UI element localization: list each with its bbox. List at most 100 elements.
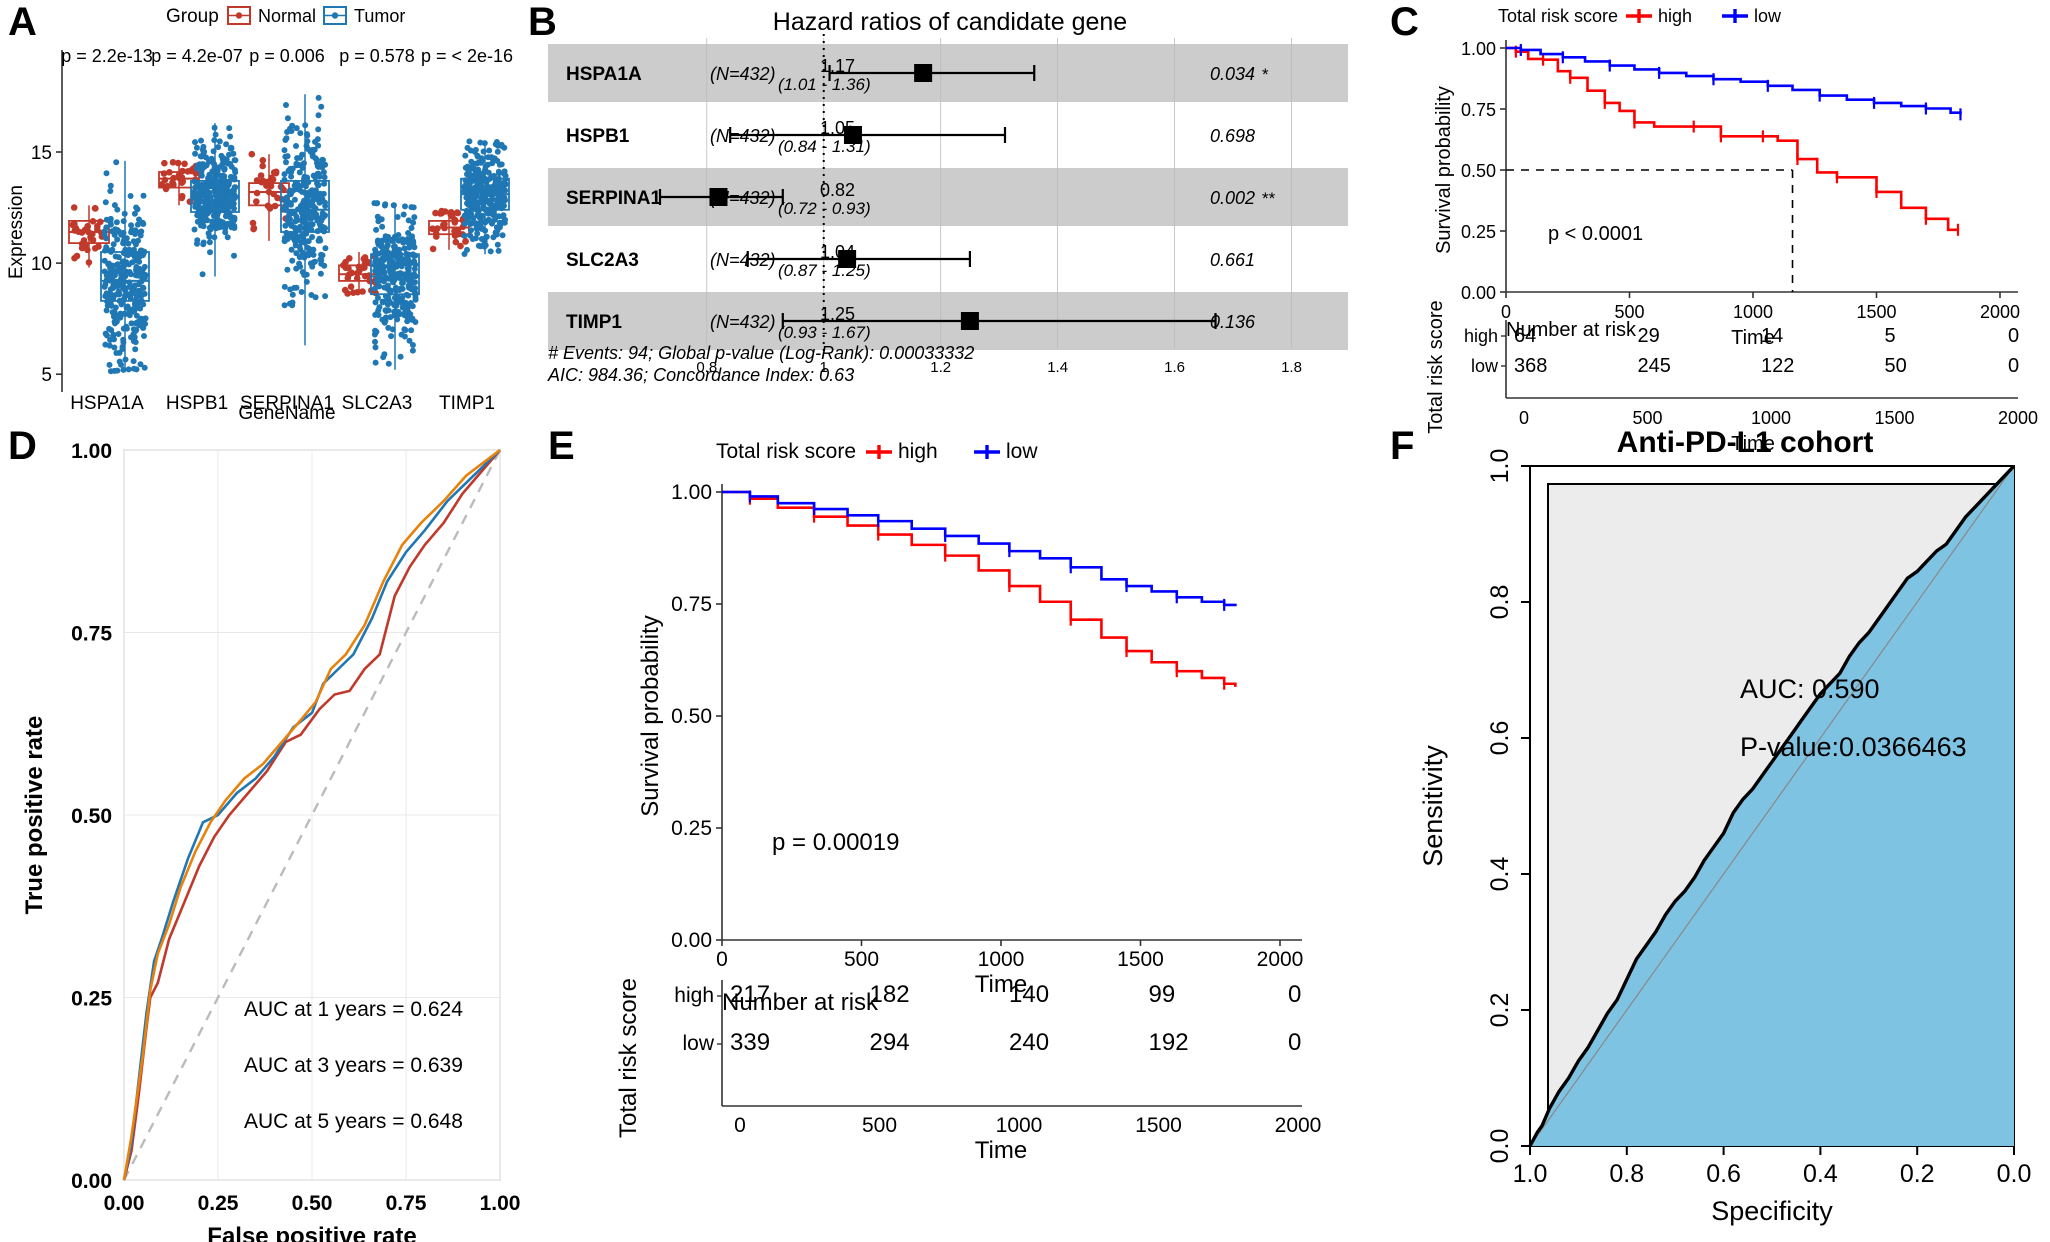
- data-point: [228, 144, 235, 151]
- forest-axis-tick: 1.6: [1164, 359, 1185, 376]
- data-point: [495, 168, 502, 175]
- data-point: [250, 225, 257, 233]
- data-point: [231, 252, 237, 259]
- data-point: [283, 135, 290, 142]
- risk-cell: 140: [1009, 981, 1049, 1008]
- data-point: [438, 207, 446, 215]
- x-tick: 1.00: [480, 1192, 521, 1215]
- data-point: [281, 283, 288, 290]
- x-tick: 0.00: [104, 1192, 145, 1215]
- data-point: [310, 246, 317, 253]
- data-point: [371, 285, 378, 292]
- data-point: [467, 147, 474, 154]
- x-tick: 1.0: [1513, 1160, 1548, 1188]
- risk-cell: 368: [1514, 355, 1547, 377]
- data-point: [401, 333, 408, 340]
- data-point: [114, 206, 121, 213]
- data-point: [468, 227, 474, 234]
- data-point: [141, 263, 148, 270]
- km-curve: [722, 490, 1237, 607]
- data-point: [403, 307, 410, 314]
- data-point: [288, 173, 295, 180]
- y-tick: 1.00: [71, 440, 112, 463]
- legend-title: Group: [166, 6, 219, 27]
- data-point: [107, 265, 114, 272]
- data-point: [104, 332, 110, 339]
- data-point: [107, 182, 114, 189]
- data-point: [321, 174, 328, 181]
- data-point: [288, 246, 295, 253]
- y-tick: 0.75: [671, 593, 712, 616]
- data-point: [113, 318, 120, 325]
- forest-point: [914, 64, 933, 82]
- data-point: [140, 192, 147, 199]
- data-point: [392, 284, 399, 291]
- data-point: [470, 200, 477, 207]
- data-point: [499, 232, 506, 239]
- forest-gene: SERPINA1: [566, 188, 661, 209]
- data-point: [314, 217, 321, 224]
- data-point: [135, 272, 142, 279]
- data-point: [284, 115, 291, 122]
- x-tick: 0.0: [1997, 1160, 2032, 1188]
- footnote-events: # Events: 94; Global p-value (Log-Rank):…: [548, 343, 974, 363]
- pvalue-label: p = < 2e-16: [421, 46, 513, 66]
- data-point: [429, 245, 437, 253]
- risk-cell: 240: [1009, 1029, 1049, 1056]
- data-point: [106, 361, 113, 368]
- data-point: [397, 270, 404, 277]
- forest-hr: 0.82: [820, 180, 855, 200]
- data-point: [379, 248, 386, 255]
- data-point: [411, 214, 418, 221]
- auc-annotation: AUC: 0.590: [1740, 674, 1880, 704]
- data-point: [281, 176, 288, 183]
- data-point: [409, 316, 416, 323]
- data-point: [132, 328, 139, 335]
- data-point: [249, 219, 257, 227]
- pvalue-label: p = 0.006: [249, 46, 325, 66]
- data-point: [377, 270, 384, 277]
- data-point: [306, 221, 313, 228]
- data-point: [402, 203, 408, 210]
- risk-x-tick: 1500: [1135, 1114, 1182, 1137]
- forest-stars: **: [1262, 189, 1276, 208]
- panel-b-title: Hazard ratios of candidate gene: [772, 8, 1128, 36]
- panel-d-roc: 0.00 0.25 0.50 0.75 1.00 0.00 0.25 0.50 0.75 1.00…: [21, 440, 521, 1242]
- y-tick: 1.00: [1461, 39, 1496, 59]
- data-point: [405, 217, 412, 224]
- legend-label: low: [1754, 6, 1782, 26]
- data-point: [318, 103, 325, 110]
- data-point: [128, 227, 135, 234]
- y-tick: 0.25: [71, 988, 112, 1011]
- data-point: [109, 270, 116, 277]
- data-point: [110, 241, 117, 248]
- data-point: [216, 138, 223, 145]
- data-point: [375, 278, 382, 285]
- data-point: [112, 304, 119, 311]
- data-point: [199, 181, 205, 188]
- data-point: [321, 262, 328, 269]
- data-point: [92, 205, 99, 212]
- data-point: [191, 188, 198, 195]
- data-point: [475, 242, 482, 249]
- data-point: [125, 240, 132, 247]
- data-point: [288, 128, 295, 134]
- data-point: [409, 347, 416, 354]
- risk-y-label: Total risk score: [1425, 300, 1447, 433]
- data-point: [466, 138, 473, 145]
- forest-p: 0.034: [1210, 64, 1255, 84]
- data-point: [206, 224, 213, 231]
- data-point: [228, 200, 235, 207]
- data-point: [467, 221, 474, 227]
- data-point: [283, 102, 289, 108]
- forest-gene: HSPB1: [566, 126, 630, 147]
- x-tick: 0.50: [292, 1192, 333, 1215]
- data-point: [372, 260, 379, 266]
- data-point: [128, 306, 135, 313]
- data-point: [211, 161, 218, 168]
- forest-ci: (0.87 - 1.25): [778, 261, 871, 280]
- data-point: [317, 237, 324, 244]
- data-point: [462, 152, 469, 159]
- data-point: [461, 220, 468, 227]
- data-point: [486, 147, 493, 154]
